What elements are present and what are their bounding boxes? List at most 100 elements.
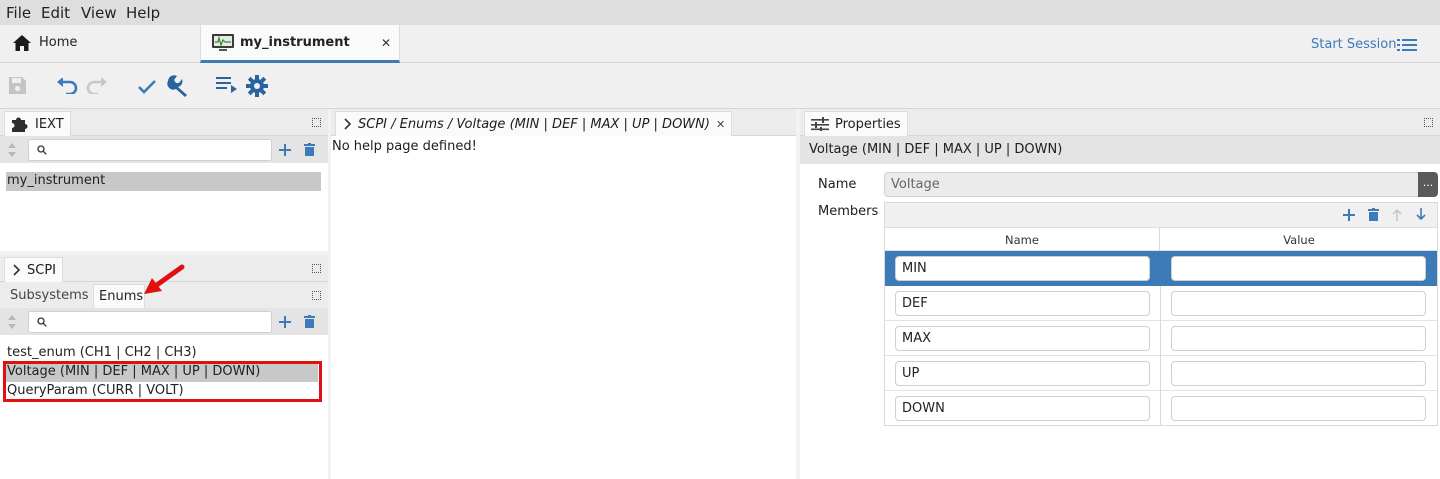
sort-icon[interactable]: [7, 314, 17, 330]
scpi-tab-label: SCPI: [27, 262, 57, 278]
help-tab[interactable]: SCPI / Enums / Voltage (MIN | DEF | MAX …: [335, 111, 733, 136]
add-icon[interactable]: [279, 316, 291, 328]
column-header-name[interactable]: Name: [885, 228, 1160, 252]
iext-search-row: [0, 136, 328, 163]
close-icon[interactable]: ✕: [716, 118, 725, 131]
member-name-text: UP: [902, 366, 920, 381]
add-icon[interactable]: [279, 144, 291, 156]
add-row-icon[interactable]: [1343, 209, 1355, 221]
enum-search-row: [0, 308, 328, 335]
maximize-icon[interactable]: [312, 291, 321, 300]
members-header-row: Name Value: [885, 227, 1437, 252]
maximize-icon[interactable]: [312, 118, 321, 127]
run-list-icon[interactable]: [216, 76, 238, 94]
members-toolbar: [885, 203, 1437, 227]
properties-subtitle-bar: Voltage (MIN | DEF | MAX | UP | DOWN): [800, 136, 1440, 164]
enum-item-test-enum[interactable]: test_enum (CH1 | CH2 | CH3): [7, 344, 197, 362]
help-panel: SCPI / Enums / Voltage (MIN | DEF | MAX …: [331, 109, 796, 479]
start-session-link[interactable]: Start Session: [1311, 37, 1397, 52]
puzzle-icon: [12, 117, 28, 132]
undo-icon[interactable]: [56, 78, 78, 94]
properties-tab[interactable]: Properties: [804, 111, 908, 136]
gear-icon[interactable]: [246, 75, 268, 97]
tab-my-instrument-label: my_instrument: [240, 35, 350, 50]
table-row[interactable]: DOWN: [885, 391, 1437, 426]
member-name-input[interactable]: MIN: [895, 256, 1150, 281]
move-down-icon[interactable]: [1416, 208, 1426, 221]
trash-icon[interactable]: [304, 315, 315, 328]
menu-bar: File Edit View Help: [0, 0, 1440, 25]
member-name-text: DEF: [902, 296, 928, 311]
save-icon[interactable]: [8, 76, 27, 95]
subtab-enums[interactable]: Enums: [93, 284, 145, 308]
subtab-enums-label: Enums: [99, 289, 144, 304]
member-name-text: MAX: [902, 331, 932, 346]
close-icon[interactable]: ✕: [381, 36, 391, 50]
list-menu-icon[interactable]: [1397, 39, 1417, 51]
validate-check-icon[interactable]: [137, 79, 157, 95]
iext-item-my-instrument[interactable]: my_instrument: [7, 172, 105, 190]
help-breadcrumb: SCPI / Enums / Voltage (MIN | DEF | MAX …: [358, 116, 710, 132]
sliders-icon: [811, 117, 829, 131]
sort-icon[interactable]: [7, 142, 17, 158]
tab-home[interactable]: Home: [0, 25, 198, 63]
enum-search-input[interactable]: [28, 311, 272, 333]
maximize-icon[interactable]: [312, 264, 321, 273]
menu-view[interactable]: View: [81, 4, 117, 22]
table-row[interactable]: UP: [885, 356, 1437, 391]
name-field[interactable]: Voltage: [884, 172, 1420, 197]
menu-edit[interactable]: Edit: [41, 4, 70, 22]
name-label: Name: [818, 177, 857, 192]
member-value-input[interactable]: [1171, 361, 1426, 386]
wrench-icon[interactable]: [165, 74, 189, 98]
iext-panel: IEXT my_instrument: [0, 109, 328, 251]
member-value-input[interactable]: [1171, 326, 1426, 351]
move-up-icon[interactable]: [1392, 208, 1402, 221]
column-divider: [1160, 286, 1161, 321]
member-value-input[interactable]: [1171, 291, 1426, 316]
tab-home-label: Home: [39, 35, 78, 50]
scpi-tab[interactable]: SCPI: [4, 257, 64, 282]
properties-panel: Properties Voltage (MIN | DEF | MAX | UP…: [800, 109, 1440, 479]
member-name-input[interactable]: UP: [895, 361, 1150, 386]
redo-icon[interactable]: [86, 78, 108, 94]
maximize-icon[interactable]: [1424, 118, 1433, 127]
tab-bar: Home my_instrument ✕ Start Session: [0, 25, 1440, 63]
member-name-input[interactable]: DOWN: [895, 396, 1150, 421]
subtab-subsystems[interactable]: Subsystems: [10, 288, 89, 303]
members-label: Members: [818, 204, 879, 219]
table-row[interactable]: MAX: [885, 321, 1437, 356]
member-name-input[interactable]: DEF: [895, 291, 1150, 316]
chevron-right-icon: [13, 264, 21, 276]
menu-file[interactable]: File: [6, 4, 31, 22]
table-row[interactable]: MIN: [885, 251, 1437, 286]
iext-search-input[interactable]: [28, 139, 272, 161]
annotation-arrow-icon: [144, 264, 185, 294]
iext-panel-header: IEXT: [0, 109, 328, 136]
table-row[interactable]: DEF: [885, 286, 1437, 321]
home-icon: [13, 35, 31, 51]
menu-help[interactable]: Help: [126, 4, 160, 22]
column-divider: [1160, 321, 1161, 356]
column-divider: [1160, 356, 1161, 391]
browse-button[interactable]: ...: [1418, 172, 1438, 197]
member-value-input[interactable]: [1171, 396, 1426, 421]
annotation-highlight-box: [3, 361, 322, 402]
member-name-text: DOWN: [902, 401, 945, 416]
properties-tab-label: Properties: [835, 116, 901, 132]
toolbar: [0, 63, 1440, 109]
column-header-value[interactable]: Value: [1161, 228, 1437, 252]
members-table: Name Value MIN DEF MAX UP DOWN: [884, 202, 1438, 426]
column-divider: [1160, 391, 1161, 426]
search-icon: [37, 145, 47, 155]
member-value-input[interactable]: [1171, 256, 1426, 281]
search-icon: [37, 317, 47, 327]
instrument-icon: [212, 34, 234, 51]
chevron-right-icon: [344, 118, 352, 130]
tab-my-instrument[interactable]: my_instrument ✕: [200, 25, 400, 63]
delete-row-icon[interactable]: [1368, 208, 1379, 221]
member-name-input[interactable]: MAX: [895, 326, 1150, 351]
member-name-text: MIN: [902, 261, 927, 276]
iext-tab[interactable]: IEXT: [4, 111, 71, 136]
trash-icon[interactable]: [304, 143, 315, 156]
